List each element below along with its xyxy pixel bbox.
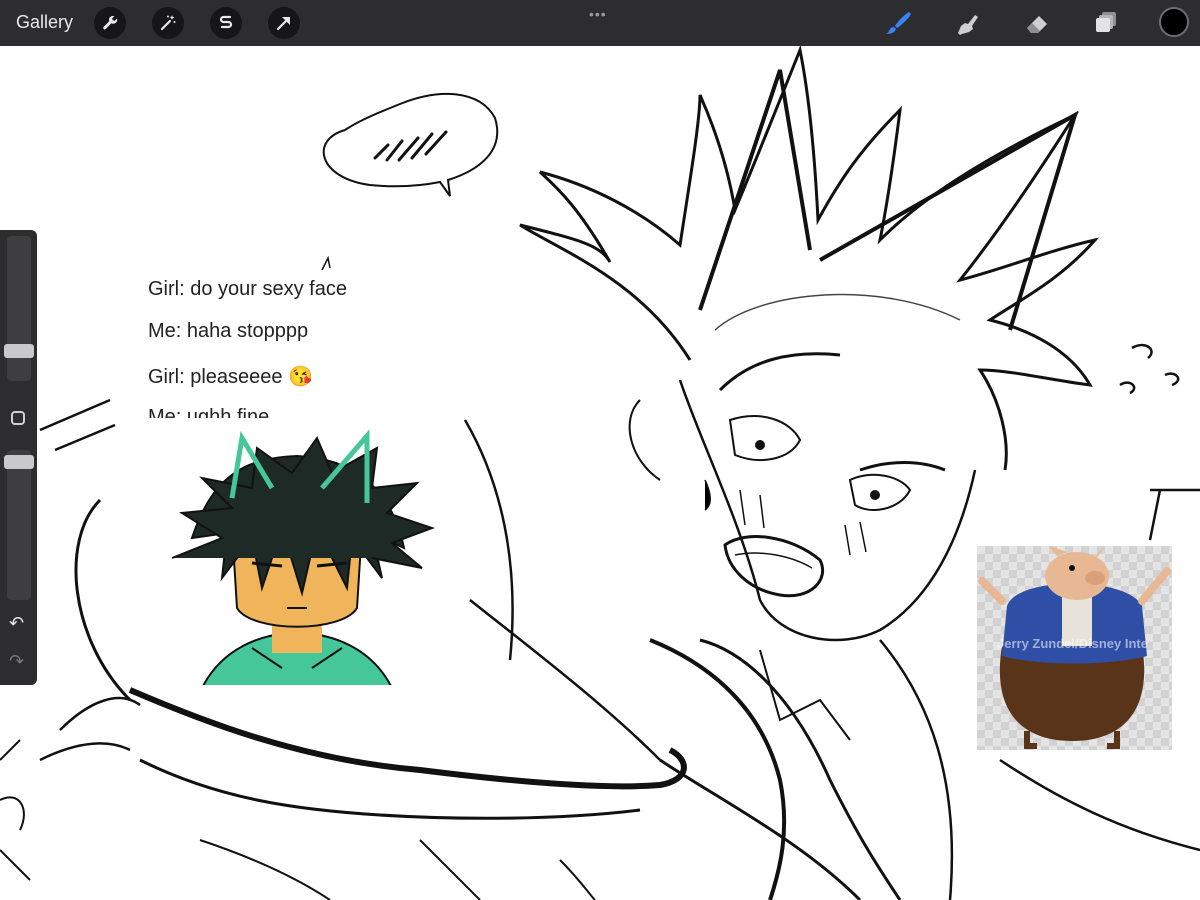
modify-square-button[interactable] [11,411,25,425]
brush-size-handle[interactable] [4,344,34,358]
opacity-handle[interactable] [4,455,34,469]
gallery-button[interactable]: Gallery [16,12,73,33]
meme-line: Me: haha stopppp [148,320,309,342]
color-picker-swatch[interactable] [1159,7,1189,37]
meme-line: Girl: pleaseeee 😘 [148,366,313,388]
image-watermark: Jerry Zundel/Disney Inte [997,636,1148,651]
anime-avatar-image [132,418,462,689]
sidebar-controls: ↶ ↷ [0,230,37,685]
smudge-icon[interactable] [951,8,981,38]
move-arrow-icon[interactable] [268,7,300,39]
opacity-slider[interactable] [4,450,34,600]
pig-character-image: Jerry Zundel/Disney Inte [977,546,1172,750]
meme-line: Girl: do your sexy face [148,278,347,300]
meme-screenshot: Girl: do your sexy face Me: haha stopppp… [140,270,440,420]
drag-handle-icon[interactable]: ••• [589,6,607,22]
eraser-icon[interactable] [1022,8,1052,38]
wrench-icon[interactable] [94,7,126,39]
magic-wand-icon[interactable] [152,7,184,39]
brush-icon[interactable] [883,8,913,38]
layers-icon[interactable] [1091,8,1121,38]
undo-icon[interactable]: ↶ [9,613,24,634]
top-toolbar: Gallery ••• [0,0,1200,46]
redo-icon[interactable]: ↷ [9,651,24,672]
selection-icon[interactable] [210,7,242,39]
brush-size-slider[interactable] [4,236,34,381]
